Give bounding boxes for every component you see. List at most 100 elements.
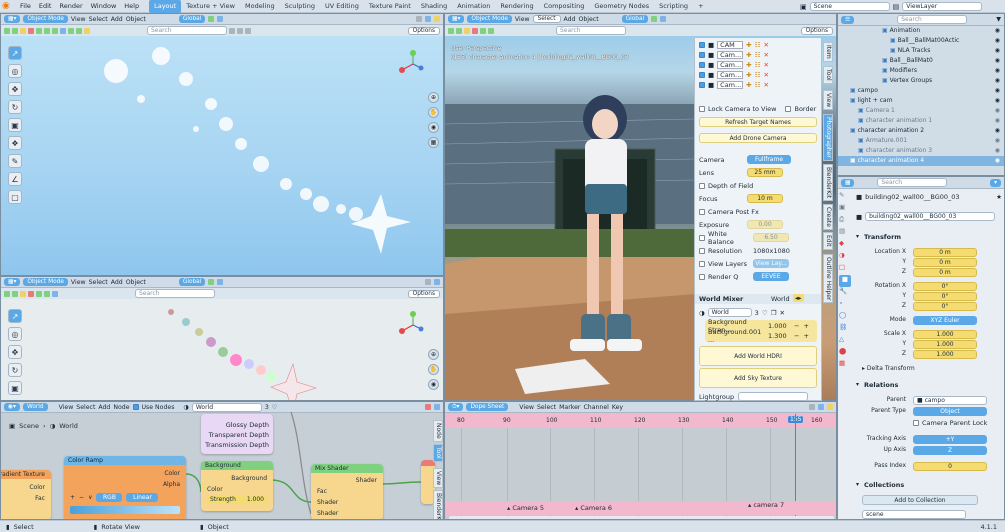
outliner-row[interactable]: ▣ Ball__BallMat00Actic ◉ bbox=[838, 36, 1004, 46]
rotation-y-field[interactable]: 0° bbox=[913, 292, 977, 301]
filter-icon[interactable] bbox=[818, 404, 824, 410]
transform-orientation[interactable]: Global bbox=[178, 15, 206, 23]
camera-view-icon[interactable]: ◉ bbox=[428, 379, 439, 390]
camera-lock-icon[interactable]: ☷ bbox=[755, 51, 761, 59]
proportional-icon[interactable] bbox=[660, 16, 667, 22]
tab-tool[interactable]: Tool bbox=[433, 444, 443, 462]
editor-type-button[interactable]: ▦ bbox=[841, 178, 855, 187]
addon-icon[interactable] bbox=[52, 290, 58, 297]
menu-add[interactable]: Add bbox=[111, 279, 123, 286]
outliner-row[interactable]: ▣ character animation 4 ◉ bbox=[838, 156, 1004, 166]
visibility-eye-icon[interactable]: ◉ bbox=[995, 76, 1000, 86]
strength-value[interactable]: 1.000 bbox=[247, 494, 264, 505]
tab-view[interactable]: View bbox=[823, 90, 833, 111]
workspace-tab-texture-view[interactable]: Texture + View bbox=[181, 0, 240, 13]
fake-user-icon[interactable]: ♡ bbox=[762, 309, 768, 317]
workspace-tab-texture-paint[interactable]: Texture Paint bbox=[364, 0, 416, 13]
workspace-tab-rendering[interactable]: Rendering bbox=[495, 0, 538, 13]
view-layers-checkbox[interactable] bbox=[699, 260, 705, 267]
editor-type-button[interactable]: ▦▾ bbox=[4, 15, 21, 23]
visibility-eye-icon[interactable]: ◉ bbox=[995, 56, 1000, 66]
visibility-eye-icon[interactable]: ◉ bbox=[995, 116, 1000, 126]
workspace-tab-modeling[interactable]: Modeling bbox=[240, 0, 280, 13]
menu-view[interactable]: View bbox=[71, 279, 86, 286]
tab-outline-helper[interactable]: Outline Helper bbox=[823, 254, 833, 304]
blender-logo-icon[interactable]: ◉ bbox=[2, 1, 14, 12]
addon-icon[interactable] bbox=[60, 27, 66, 34]
camera-list-row[interactable]: ■ Cam... ✚ ☷ ✕ bbox=[699, 70, 819, 80]
workspace-tab-sculpting[interactable]: Sculpting bbox=[280, 0, 320, 13]
addon-icon[interactable] bbox=[229, 27, 235, 34]
up-axis-dropdown[interactable]: Z bbox=[913, 446, 987, 455]
camera-enable-checkbox[interactable] bbox=[699, 62, 705, 68]
minus-icon[interactable]: − bbox=[794, 332, 799, 340]
camera-view-icon[interactable]: ◉ bbox=[428, 122, 439, 133]
workspace-tab-geometry-nodes[interactable]: Geometry Nodes bbox=[589, 0, 654, 13]
outliner-row[interactable]: ▣ NLA Tracks ◉ bbox=[838, 46, 1004, 56]
world-mixer-header[interactable]: World Mixer World ◂▸ bbox=[695, 294, 821, 304]
properties-search-input[interactable]: Search bbox=[877, 178, 948, 187]
duplicate-icon[interactable]: ❐ bbox=[771, 309, 777, 317]
resolution-value[interactable]: 1080x1080 bbox=[753, 247, 790, 255]
menu-object[interactable]: Object bbox=[578, 16, 598, 23]
object-name-field[interactable]: building02_wall00__BG00_03 bbox=[865, 212, 996, 221]
editor-type-button[interactable]: ⏱▾ bbox=[448, 403, 464, 411]
visibility-eye-icon[interactable]: ◉ bbox=[995, 66, 1000, 76]
scale-y-field[interactable]: 1.000 bbox=[913, 340, 977, 349]
object-tab-icon[interactable]: ■ bbox=[839, 275, 851, 287]
transform-orientation[interactable]: Global bbox=[621, 15, 649, 23]
addon-icon[interactable] bbox=[84, 27, 90, 34]
pin-icon[interactable]: ★ bbox=[996, 193, 1002, 201]
gradient-texture-node[interactable]: Gradient Texture Color Fac bbox=[1, 470, 51, 519]
shading-solid-icon[interactable] bbox=[434, 279, 440, 285]
transform-tool-icon[interactable]: ❖ bbox=[8, 136, 22, 150]
tab-blenderkit[interactable]: BlenderKit bbox=[823, 164, 833, 202]
view-layers-dropdown[interactable]: View Lay... bbox=[753, 259, 789, 268]
navigation-gizmo-icon[interactable] bbox=[399, 50, 427, 78]
menu-help[interactable]: Help bbox=[120, 0, 143, 13]
overlay-icon[interactable] bbox=[416, 16, 422, 22]
workspace-tab-animation[interactable]: Animation bbox=[452, 0, 495, 13]
outliner-row[interactable]: ▣ character animation 3 ◉ bbox=[838, 146, 1004, 156]
menu-add[interactable]: Add bbox=[111, 16, 123, 23]
addon-icon[interactable] bbox=[36, 290, 42, 297]
camera-target-icon[interactable]: ✚ bbox=[746, 61, 751, 69]
addon-icon[interactable] bbox=[44, 27, 50, 34]
interpolation-dropdown[interactable]: Linear bbox=[126, 493, 159, 502]
world-name-field[interactable]: World bbox=[707, 308, 752, 317]
rotation-x-field[interactable]: 0° bbox=[913, 282, 977, 291]
border-checkbox[interactable] bbox=[785, 106, 792, 112]
addon-icon[interactable] bbox=[4, 290, 10, 297]
shading-material-icon[interactable] bbox=[434, 16, 440, 22]
render-engine-dropdown[interactable]: EEVEE bbox=[753, 272, 789, 281]
relations-section-header[interactable]: Relations bbox=[854, 379, 1004, 391]
camera-target-icon[interactable]: ✚ bbox=[746, 81, 751, 89]
proportional-icon[interactable] bbox=[217, 16, 224, 22]
visibility-eye-icon[interactable]: ◉ bbox=[995, 36, 1000, 46]
camera-lock-icon[interactable]: ☷ bbox=[755, 81, 761, 89]
visibility-eye-icon[interactable]: ◉ bbox=[995, 146, 1000, 156]
menu-channel[interactable]: Channel bbox=[583, 404, 608, 411]
camera-enable-checkbox[interactable] bbox=[699, 42, 705, 48]
add-stop-icon[interactable]: + bbox=[70, 492, 75, 503]
annotate-tool-icon[interactable]: ✎ bbox=[8, 154, 22, 168]
camera-list-row[interactable]: ■CAM ...✚ ☷✕ bbox=[699, 40, 819, 56]
snap-icon[interactable] bbox=[827, 404, 833, 410]
camera-delete-icon[interactable]: ✕ bbox=[763, 61, 768, 69]
marker-camera-6[interactable]: ▴ Camera 6 bbox=[575, 504, 612, 512]
cursor-tool-icon[interactable]: ◎ bbox=[8, 327, 22, 341]
physics-tab-icon[interactable]: ◯ bbox=[839, 311, 851, 323]
visibility-eye-icon[interactable]: ◉ bbox=[995, 96, 1000, 106]
marker-camera-7[interactable]: ▴ camera 7 bbox=[748, 501, 784, 509]
color-ramp-node[interactable]: Color Ramp Color Alpha + − ∨ RGB Linear bbox=[64, 456, 186, 519]
proportional-icon[interactable] bbox=[217, 279, 224, 285]
properties-menu-icon[interactable]: ▾ bbox=[990, 178, 1001, 187]
camera-lock-icon[interactable]: ☷ bbox=[755, 61, 761, 69]
dopesheet-mode-dropdown[interactable]: Dope Sheet bbox=[466, 403, 509, 411]
outliner-row[interactable]: ▣ character animation 1 ◉ bbox=[838, 116, 1004, 126]
shading-solid-icon[interactable] bbox=[425, 16, 431, 22]
addon-icon[interactable] bbox=[472, 27, 478, 34]
camera-list-row[interactable]: ■ Cam... ✚ ☷ ✕ bbox=[699, 60, 819, 70]
add-workspace-button[interactable]: + bbox=[693, 0, 708, 13]
tab-photographer[interactable]: Photographer bbox=[823, 114, 833, 161]
